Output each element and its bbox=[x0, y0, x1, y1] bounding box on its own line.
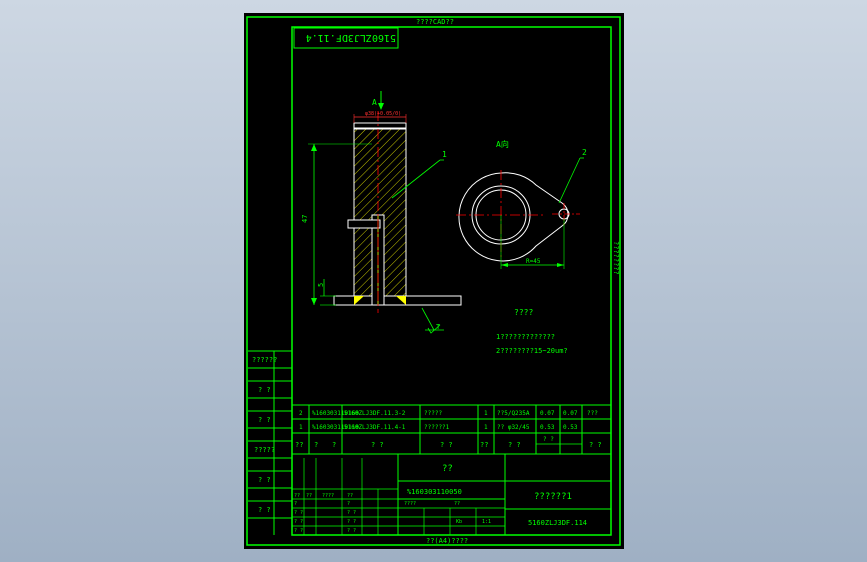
assembly-name: ??????1 bbox=[534, 492, 572, 502]
bom-header-name: ? ? bbox=[440, 441, 453, 449]
sheet-top-label: ????CAD?? bbox=[416, 18, 454, 26]
bom-row-2-material: ??5/Q235A bbox=[497, 410, 530, 417]
mini-row-0-b: ? bbox=[347, 501, 350, 507]
mini-row-2-b: ? ? bbox=[347, 519, 356, 525]
left-col-cell-3: ????? bbox=[254, 446, 275, 454]
section-top-dimension: φ38(+0.05/0) bbox=[365, 111, 401, 117]
bom-row-2-qty: 1 bbox=[484, 410, 488, 417]
bom-header-qty: ?? bbox=[480, 441, 488, 449]
mini-header-3: ?? bbox=[347, 493, 353, 499]
part-number: %160303110050 bbox=[407, 488, 462, 496]
plan-view: A向 R=45 2 bbox=[456, 139, 587, 269]
bom-header-no: ?? bbox=[295, 441, 303, 449]
left-col-cell-1: ? ? bbox=[258, 386, 271, 394]
left-col-cell-0: ?????? bbox=[252, 356, 277, 364]
bom-header-weight: ? ? bbox=[543, 436, 554, 443]
side-label: ???????? bbox=[612, 241, 620, 275]
inner-frame bbox=[291, 26, 612, 536]
mini-header-0: ?? bbox=[294, 493, 300, 499]
height-dimension: 47 bbox=[301, 215, 309, 223]
left-column: ?????? ? ? ? ? ????? ? ? ? ? bbox=[248, 350, 292, 535]
stage-label-0: ???? bbox=[404, 501, 416, 507]
bom-row-1-material: ?? φ32/45 bbox=[497, 424, 530, 431]
bom-row-1-qty: 1 bbox=[484, 424, 488, 431]
bom-row-2-note: ??? bbox=[587, 410, 598, 417]
bom-header-note: ? ? bbox=[589, 441, 602, 449]
bom-row-1-total-weight: 0.53 bbox=[563, 424, 578, 431]
leader-label-2: 2 bbox=[582, 148, 587, 157]
technical-notes: ???? 1????????????? 2????????15~20um? bbox=[496, 308, 568, 355]
cad-drawing-canvas: ????CAD?? ??(A4)???? 5160ZLJ3DF.11.4 ???… bbox=[246, 16, 621, 546]
bom-row-1-name: ??????1 bbox=[424, 424, 450, 431]
left-col-cell-5: ? ? bbox=[258, 506, 271, 514]
qty-label: Kb bbox=[456, 519, 462, 525]
bom-header-code-a: ? bbox=[314, 441, 318, 449]
mini-row-1-a: ? ? bbox=[294, 510, 303, 516]
bom-row-1-no: 1 bbox=[299, 424, 303, 431]
bom-header: ?? ? ? ? ? ? ? ?? ? ? ? ? ? ? bbox=[295, 436, 602, 449]
notes-line-2: 2????????15~20um? bbox=[496, 347, 568, 355]
bom-header-drawing: ? ? bbox=[371, 441, 384, 449]
outer-frame bbox=[246, 16, 621, 546]
bom-row-2-total-weight: 0.07 bbox=[563, 410, 578, 417]
bom-row-2: 2 %160303110160 5160ZLJ3DF.11.3-2 ????? … bbox=[299, 410, 598, 417]
bom-row-1-drawing: 5160ZLJ3DF.11.4-1 bbox=[344, 424, 406, 431]
mini-row-3-b: ? ? bbox=[347, 528, 356, 534]
drawing-code: 5160ZLJ3DF.114 bbox=[528, 519, 587, 527]
view-label: A向 bbox=[496, 139, 509, 149]
section-label: A bbox=[372, 98, 377, 107]
left-col-cell-2: ? ? bbox=[258, 416, 271, 424]
mini-header-1: ?? bbox=[306, 493, 312, 499]
bom-row-2-name: ????? bbox=[424, 410, 442, 417]
sheet-bottom-label: ??(A4)???? bbox=[426, 537, 468, 545]
mini-header-2: ???? bbox=[322, 493, 334, 499]
notes-line-1: 1????????????? bbox=[496, 333, 555, 341]
stage-label-1: ?? bbox=[454, 501, 460, 507]
mini-row-1-b: ? ? bbox=[347, 510, 356, 516]
center-distance-dimension: R=45 bbox=[526, 258, 541, 265]
notes-title: ???? bbox=[514, 308, 533, 317]
bom-row-1-unit-weight: 0.53 bbox=[540, 424, 555, 431]
drawing-sheet: ????CAD?? ??(A4)???? 5160ZLJ3DF.11.4 ???… bbox=[244, 13, 624, 549]
scale-value: 1:1 bbox=[482, 519, 491, 525]
section-view: A φ38(+0.05/0) 47 5 1 T bbox=[301, 91, 462, 334]
part-name: ?? bbox=[442, 464, 453, 474]
left-col-cell-4: ? ? bbox=[258, 476, 271, 484]
mini-row-2-a: ? ? bbox=[294, 519, 303, 525]
bom-row-2-unit-weight: 0.07 bbox=[540, 410, 555, 417]
flange-dimension: 5 bbox=[317, 283, 325, 287]
mini-row-3-a: ? ? bbox=[294, 528, 303, 534]
mini-row-0-a: ? bbox=[294, 501, 297, 507]
bom-header-code-b: ? bbox=[332, 441, 336, 449]
leader-label-1: 1 bbox=[442, 150, 447, 159]
bom-header-material: ? ? bbox=[508, 441, 521, 449]
bom-row-2-no: 2 bbox=[299, 410, 303, 417]
code-box-text: 5160ZLJ3DF.11.4 bbox=[306, 32, 396, 43]
bom-row-2-drawing: 5160ZLJ3DF.11.3-2 bbox=[344, 410, 406, 417]
